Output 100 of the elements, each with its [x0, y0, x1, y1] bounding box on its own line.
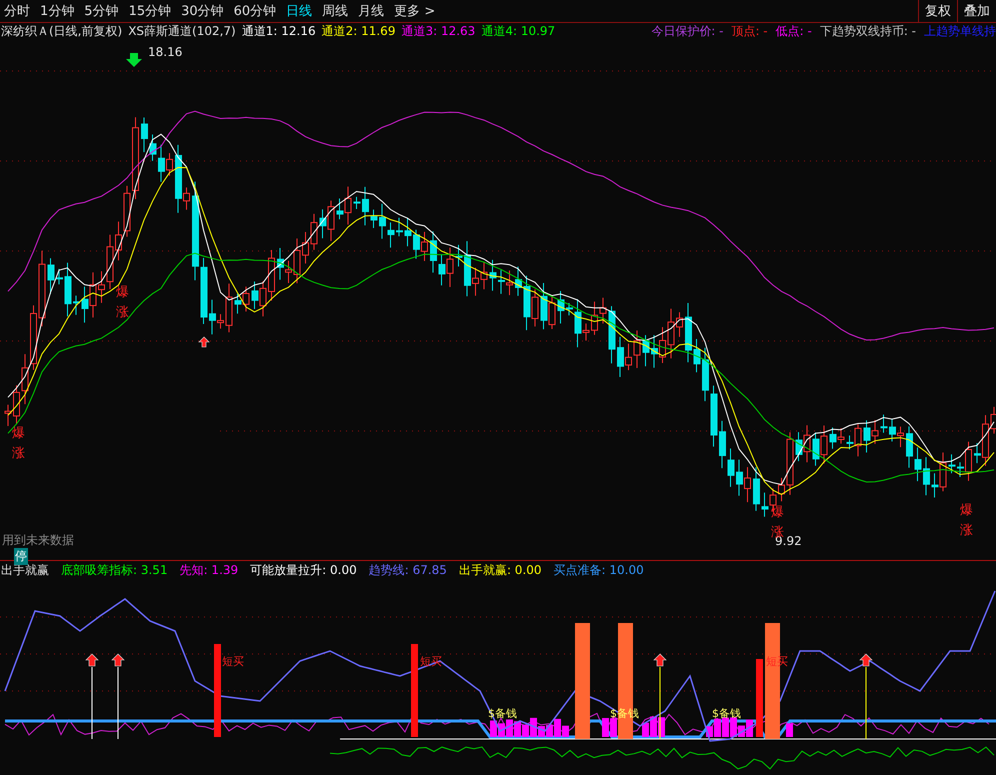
candlestick [354, 196, 360, 210]
info-value: 下趋势双线持币: - [820, 22, 916, 40]
legend-value: 通道2: 11.69 [322, 22, 396, 40]
signal-label: 爆 [12, 426, 25, 441]
candlestick [115, 221, 122, 261]
candlestick [30, 304, 37, 370]
indicator-name: XS薛斯通道(102,7) [128, 22, 236, 40]
candlestick [56, 268, 63, 285]
candlestick [302, 232, 309, 264]
period-tab[interactable]: 1分钟 [40, 2, 74, 20]
stock-title: 深纺织Ａ(日线,前复权) [1, 22, 122, 40]
period-tab[interactable]: 月线 [358, 2, 384, 20]
candlestick [379, 203, 386, 240]
up-arrow-icon [85, 654, 99, 666]
up-arrow-icon [653, 654, 667, 666]
signal-label: 涨 [12, 446, 25, 461]
candlestick [719, 420, 726, 469]
down-arrow-icon [126, 53, 142, 67]
candlestick [710, 385, 718, 448]
histogram-bar [786, 723, 793, 737]
money-label: $备钱 [712, 707, 741, 720]
candlestick [948, 454, 956, 474]
legend-value: 出手就赢: 0.00 [458, 562, 542, 578]
info-value: 今日保护价: - [651, 22, 724, 40]
candlestick [880, 414, 888, 434]
candlestick [150, 134, 156, 162]
candlestick [294, 238, 300, 284]
candlestick [456, 244, 462, 267]
signal-label: 爆 [116, 285, 129, 300]
more-menu[interactable]: 更多 > [394, 2, 436, 20]
candlestick [4, 404, 12, 426]
period-tab[interactable]: 30分钟 [181, 2, 224, 20]
legend-value: 通道3: 12.63 [401, 22, 476, 40]
candlestick [786, 432, 794, 496]
candlestick [668, 308, 674, 359]
candlestick [685, 302, 692, 363]
period-tab[interactable]: 60分钟 [234, 2, 276, 20]
candlestick [124, 185, 130, 238]
candlestick [430, 230, 437, 274]
high-price-label: 18.16 [148, 45, 182, 59]
candlestick [13, 384, 20, 425]
info-value: 低点: - [776, 22, 812, 40]
candlestick [914, 447, 922, 482]
candlestick [906, 426, 913, 468]
candlestick [73, 295, 80, 316]
period-tab[interactable]: 15分钟 [128, 2, 172, 20]
candlestick [98, 270, 105, 304]
buy-label: 短买 [222, 655, 244, 668]
candlestick [226, 283, 232, 333]
candlestick [778, 477, 785, 502]
candlestick [480, 261, 488, 290]
candlestick [600, 297, 606, 324]
candlestick [923, 456, 930, 496]
legend-value: 可能放量拉升: 0.00 [250, 562, 357, 578]
halt-badge: 停 [14, 548, 28, 565]
legend-value: 底部吸筹指标: 3.51 [61, 562, 168, 578]
period-tab[interactable]: 分时 [4, 2, 30, 20]
candlestick [64, 262, 72, 317]
candlestick [490, 259, 496, 292]
info-value: 顶点: - [731, 22, 768, 40]
candlestick [388, 222, 394, 248]
candlestick [106, 234, 114, 290]
candlestick [141, 117, 148, 153]
signal-label: 涨 [960, 523, 973, 538]
candlestick [515, 266, 522, 296]
candlestick [676, 312, 683, 338]
legend-value: 买点准备: 10.00 [554, 562, 644, 578]
candlestick [370, 209, 378, 229]
candlestick [702, 347, 709, 402]
candlestick [753, 466, 760, 512]
future-data-note: 用到未来数据 [2, 532, 74, 549]
candlestick [558, 290, 564, 324]
legend-value: 通道4: 10.97 [481, 22, 556, 40]
up-arrow-icon [198, 336, 210, 348]
signal-label: 爆 [960, 503, 973, 518]
candlestick [608, 306, 616, 364]
candlestick [22, 354, 28, 405]
candlestick [566, 302, 573, 316]
period-tab[interactable]: 周线 [322, 2, 348, 20]
candlestick [362, 186, 369, 226]
candlestick [200, 257, 208, 325]
signal-label: 爆 [771, 505, 784, 520]
legend-value: 趋势线: 67.85 [368, 562, 447, 578]
legend-value: 先知: 1.39 [180, 562, 238, 578]
candlestick [591, 301, 598, 336]
candlestick [310, 213, 318, 250]
candlestick [694, 338, 700, 373]
candlestick [268, 249, 275, 302]
up-arrow-icon [859, 654, 873, 666]
candlestick [396, 217, 403, 237]
signal-label: 涨 [116, 305, 129, 320]
candlestick [728, 448, 734, 488]
legend-value: 通道1: 12.16 [242, 22, 316, 40]
period-tab[interactable]: 5分钟 [84, 2, 119, 20]
candlestick [48, 258, 54, 294]
candlestick [404, 217, 412, 247]
candlestick [634, 330, 640, 368]
period-tab[interactable]: 日线 [286, 2, 312, 20]
up-arrow-icon [111, 654, 125, 666]
candlestick [642, 334, 650, 367]
